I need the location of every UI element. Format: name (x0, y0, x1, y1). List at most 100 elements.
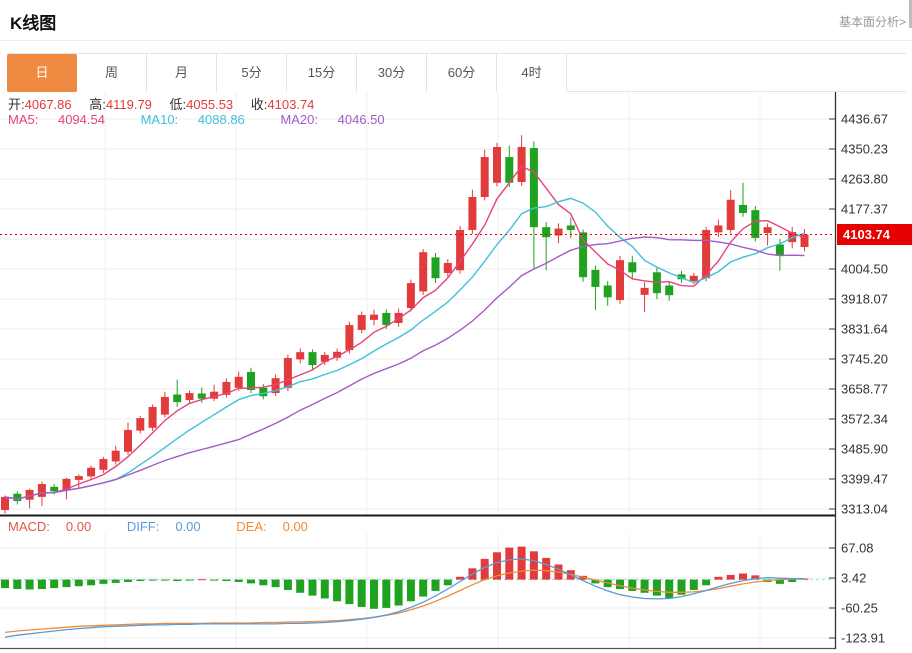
macd-hist-bar (1, 579, 9, 589)
high-label: 高: (89, 97, 106, 112)
macd-hist-bar (185, 579, 194, 581)
macd-hist-bar (234, 579, 243, 582)
macd-hist-bar (357, 579, 366, 607)
tab-5min[interactable]: 5分 (217, 54, 287, 92)
macd-axis-label: -60.25 (841, 601, 878, 616)
price-axis-label: 4177.37 (841, 202, 888, 217)
price-axis-label: 3572.34 (841, 412, 888, 427)
macd-hist-bar (345, 579, 354, 605)
macd-axis-label: -123.91 (841, 631, 885, 646)
macd-hist-bar (431, 579, 440, 591)
macd-hist-bar (726, 574, 735, 580)
macd-hist-bar (74, 579, 83, 587)
macd-hist-bar (50, 579, 59, 589)
ma-readout: MA5: 4094.54 MA10: 4088.86 MA20: 4046.50 (8, 112, 417, 127)
macd-hist-bar (222, 579, 231, 582)
candle-body (726, 199, 735, 230)
candle-body (13, 493, 22, 502)
price-axis-label: 4263.80 (841, 172, 888, 187)
candle-body (751, 210, 760, 238)
candle-body (370, 314, 378, 320)
candle-body (37, 484, 46, 497)
macd-hist-bar (25, 579, 34, 590)
tab-month[interactable]: 月 (147, 54, 217, 92)
macd-axis-label: 67.08 (841, 541, 874, 556)
macd-hist-bar (308, 579, 317, 596)
candle-body (234, 376, 243, 388)
macd-hist-bar (296, 579, 305, 593)
high-value: 4119.79 (105, 97, 152, 112)
macd-hist-bar (271, 579, 280, 588)
macd-hist-bar (382, 579, 391, 608)
candle-body (603, 285, 612, 298)
candle-body (136, 418, 145, 431)
macd-hist-bar (394, 579, 403, 606)
price-axis-label: 3658.77 (841, 382, 888, 397)
macd-hist-bar (13, 579, 22, 590)
candle-body (99, 459, 108, 470)
current-price-badge: 4103.74 (837, 224, 912, 245)
diff-value-readout: DIFF: 0.00 (126, 519, 201, 534)
tab-15min[interactable]: 15分 (287, 54, 357, 92)
low-label: 低: (169, 97, 187, 112)
macd-hist-bar (197, 579, 206, 581)
candle-body (529, 148, 538, 228)
candle-body (665, 285, 674, 296)
macd-hist-bar (62, 579, 71, 588)
candle-body (50, 486, 59, 492)
kline-page: 4436.67 4350.23 4263.80 4177.37 4004.50 3918.… (0, 0, 912, 653)
candle-body (542, 227, 551, 238)
tab-week[interactable]: 周 (77, 54, 147, 92)
tab-day[interactable]: 日 (7, 54, 77, 92)
candle-body (148, 406, 157, 428)
candle-body (185, 393, 194, 401)
candle-body (714, 225, 723, 233)
candle-body (616, 260, 624, 301)
macd-hist-bar (739, 573, 747, 580)
interval-tabbar: 日周月 5分 15分 30分 60分 4时 (7, 53, 906, 92)
macd-hist-bar (333, 579, 342, 602)
macd-hist-bar (124, 579, 132, 582)
macd-hist-bar (443, 579, 452, 586)
candle-body (1, 496, 9, 511)
price-axis-label: 3313.04 (841, 502, 888, 517)
close-value: 4103.74 (267, 97, 315, 112)
price-axis-label: 3918.07 (841, 292, 888, 307)
ma10-line (4, 197, 805, 500)
candle-body (382, 312, 391, 326)
open-value: 4067.86 (24, 97, 72, 112)
candle-body (689, 275, 698, 281)
candle-body (628, 262, 637, 273)
tab-30min[interactable]: 30分 (357, 54, 427, 92)
macd-hist-bar (210, 579, 219, 581)
macd-hist-bar (148, 579, 157, 581)
candle-body (345, 325, 354, 351)
candle-body (419, 252, 428, 292)
tab-60min[interactable]: 60分 (427, 54, 497, 92)
macd-hist-bar (702, 579, 711, 586)
candle-body (124, 429, 132, 452)
price-axis-label: 4350.23 (841, 142, 888, 157)
macd-axis-label: 3.42 (841, 571, 866, 586)
ma10-readout: MA10: 4088.86 (140, 112, 245, 127)
close-label: 收: (250, 97, 268, 112)
candle-body (566, 225, 575, 230)
macd-hist-bar (87, 579, 96, 586)
macd-hist-bar (160, 579, 169, 581)
macd-hist-bar (283, 579, 292, 590)
ohlc-readout: 开:4067.86 高:4119.79 低:4055.53 收:4103.74 (8, 94, 328, 113)
macd-hist-bar (111, 579, 120, 583)
candle-body (308, 352, 317, 365)
candle-body (357, 314, 366, 330)
macd-hist-bar (320, 579, 329, 599)
tab-4hour[interactable]: 4时 (497, 54, 567, 92)
candle-body (160, 396, 169, 415)
ma5-readout: MA5: 4094.54 (8, 112, 105, 127)
candle-body (406, 283, 415, 309)
macd-hist-bar (689, 579, 698, 590)
candle-body (443, 262, 452, 273)
candle-body (480, 157, 489, 197)
candle-body (173, 394, 182, 403)
macd-hist-bar (406, 579, 415, 602)
macd-value-readout: MACD: 0.00 (8, 519, 92, 534)
